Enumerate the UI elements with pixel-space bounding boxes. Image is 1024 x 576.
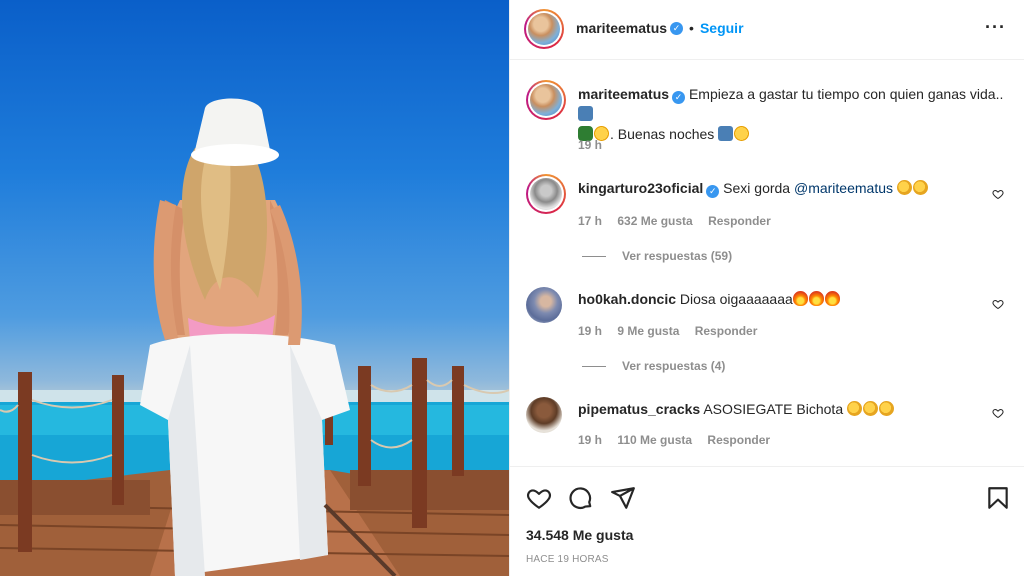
author-avatar[interactable]	[524, 9, 564, 49]
clap-emoji-icon	[879, 401, 894, 416]
emoji-icon	[578, 106, 593, 121]
comment-likes[interactable]: 110 Me gusta	[617, 433, 692, 447]
replies-line	[582, 365, 606, 367]
caption-text-line1: Empieza a gastar tu tiempo con quien gan…	[688, 86, 1004, 102]
clap-emoji-icon	[896, 180, 912, 195]
post-timestamp: HACE 19 HORAS	[526, 554, 609, 565]
replies-line	[582, 255, 606, 257]
view-replies-button[interactable]: Ver respuestas (4)	[582, 359, 725, 373]
caption-text-line2: . Buenas noches	[610, 126, 715, 142]
comment-likes[interactable]: 9 Me gusta	[617, 324, 679, 338]
bookmark-icon[interactable]	[985, 485, 1011, 511]
view-replies-label: Ver respuestas (4)	[622, 359, 726, 373]
commenter-username[interactable]: pipematus_cracks	[578, 401, 700, 417]
comment-meta: 17 h 632 Me gusta Responder	[578, 214, 783, 228]
follow-button[interactable]: Seguir	[700, 20, 744, 36]
reply-button[interactable]: Responder	[708, 214, 771, 228]
comment-meta: 19 h 9 Me gusta Responder	[578, 324, 769, 338]
author-username[interactable]: mariteematus	[576, 20, 667, 36]
comment-time: 19 h	[578, 433, 603, 447]
comment-like-heart-icon[interactable]	[992, 298, 1004, 310]
comment-like-heart-icon[interactable]	[992, 188, 1004, 200]
caption-avatar[interactable]	[526, 80, 566, 120]
reply-button[interactable]: Responder	[707, 433, 770, 447]
fire-emoji-icon	[792, 291, 808, 306]
heart-icon[interactable]	[526, 485, 552, 511]
comment-meta: 19 h 110 Me gusta Responder	[578, 433, 782, 447]
comment-icon[interactable]	[568, 485, 594, 511]
separator-dot: •	[689, 20, 694, 36]
mention-link[interactable]: @mariteematus	[794, 180, 893, 196]
comment-like-heart-icon[interactable]	[992, 407, 1004, 419]
post-details-panel: mariteematus ✓ • Seguir ··· mariteematus…	[509, 0, 1024, 576]
photo-illustration	[0, 98, 509, 576]
caption-username[interactable]: mariteematus	[578, 86, 669, 102]
view-replies-label: Ver respuestas (59)	[622, 249, 733, 263]
more-horizontal-icon[interactable]: ···	[985, 18, 1006, 36]
clap-emoji-icon	[912, 180, 928, 195]
clap-emoji-icon	[847, 401, 862, 416]
commenter-avatar[interactable]	[526, 174, 566, 214]
post-header: mariteematus ✓ • Seguir ···	[510, 0, 1024, 60]
verified-badge-icon: ✓	[670, 21, 684, 35]
fire-emoji-icon	[824, 291, 840, 306]
comment-text: Sexi gorda	[723, 180, 791, 196]
commenter-avatar[interactable]	[526, 397, 562, 433]
header-meta: mariteematus ✓ • Seguir	[576, 20, 744, 36]
share-icon[interactable]	[610, 485, 636, 511]
commenter-avatar[interactable]	[526, 287, 562, 323]
commenter-username[interactable]: ho0kah.doncic	[578, 291, 676, 307]
clap-emoji-icon	[863, 401, 878, 416]
verified-badge-icon: ✓	[672, 91, 686, 104]
comment-text: ASOSIEGATE Bichota	[703, 401, 844, 417]
view-replies-button[interactable]: Ver respuestas (59)	[582, 249, 732, 263]
commenter-username[interactable]: kingarturo23oficial	[578, 180, 703, 196]
caption-time: 19 h	[578, 138, 603, 152]
fire-emoji-icon	[808, 291, 824, 306]
comment-time: 17 h	[578, 214, 603, 228]
post-photo[interactable]	[0, 0, 509, 576]
emoji-icon	[718, 126, 734, 141]
emoji-icon	[734, 126, 750, 141]
comment-likes[interactable]: 632 Me gusta	[617, 214, 692, 228]
comment-text: Diosa oigaaaaaaa	[679, 291, 793, 307]
likes-count[interactable]: 34.548 Me gusta	[526, 527, 633, 543]
post-actions: 34.548 Me gusta HACE 19 HORAS	[510, 466, 1024, 576]
comment-time: 19 h	[578, 324, 603, 338]
verified-badge-icon: ✓	[706, 185, 720, 198]
reply-button[interactable]: Responder	[695, 324, 758, 338]
